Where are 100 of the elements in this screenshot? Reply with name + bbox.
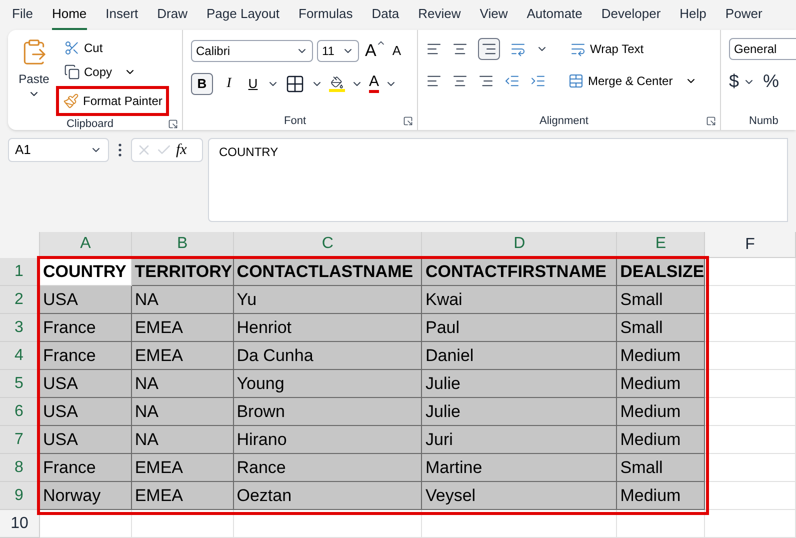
row-header[interactable]: 7 xyxy=(0,426,40,454)
table-cell: USA xyxy=(40,286,132,314)
table-cell: EMEA xyxy=(132,314,234,342)
merge-center-button[interactable]: Merge & Center xyxy=(568,72,697,90)
table-cell: Martine xyxy=(422,454,618,482)
number-format-field[interactable]: General xyxy=(729,38,796,60)
ribbon-tab[interactable]: Automate xyxy=(526,4,582,30)
table-cell: EMEA xyxy=(132,454,234,482)
table-cell: Small xyxy=(617,314,706,342)
table-cell: USA xyxy=(40,370,132,398)
column-header[interactable]: B xyxy=(132,232,234,258)
column-header[interactable]: F xyxy=(705,232,796,258)
dialog-launcher-icon[interactable] xyxy=(706,116,716,126)
font-size-field[interactable]: 11 xyxy=(317,40,359,62)
currency-button[interactable]: $ xyxy=(729,68,740,95)
ribbon-tab[interactable]: Insert xyxy=(106,4,138,30)
bottom-align-icon[interactable] xyxy=(478,38,500,60)
column-header[interactable]: D xyxy=(422,232,618,258)
table-cell: Small xyxy=(617,454,706,482)
increase-indent-icon xyxy=(530,73,546,89)
group-label: Font xyxy=(282,114,307,129)
table-cell: Yu xyxy=(234,286,422,314)
fill-color-icon xyxy=(329,76,345,92)
format-painter-button[interactable]: Format Painter xyxy=(56,86,170,116)
row-header[interactable]: 9 xyxy=(0,482,40,510)
table-cell: Young xyxy=(234,370,422,398)
table-cell: Brown xyxy=(234,398,422,426)
paste-button[interactable]: Paste xyxy=(16,38,52,116)
ribbon-tab[interactable]: Data xyxy=(372,4,400,30)
wrap-text-icon xyxy=(570,41,586,57)
copy-button[interactable]: Copy xyxy=(60,62,170,82)
table-cell: EMEA xyxy=(132,342,234,370)
table-cell: Juri xyxy=(422,426,618,454)
table-cell: France xyxy=(40,314,132,342)
percent-button[interactable]: % xyxy=(763,68,780,95)
row-header[interactable]: 2 xyxy=(0,286,40,314)
paintbrush-icon xyxy=(63,93,79,109)
row-header[interactable]: 10 xyxy=(0,510,40,538)
insert-function-button[interactable]: fx xyxy=(176,138,187,162)
row-header[interactable]: 8 xyxy=(0,454,40,482)
ribbon-tab[interactable]: View xyxy=(480,4,508,30)
table-cell: Norway xyxy=(40,482,132,510)
copy-icon xyxy=(64,64,80,80)
table-cell: Daniel xyxy=(422,342,618,370)
table-cell: NA xyxy=(132,398,234,426)
ribbon-tab[interactable]: Developer xyxy=(601,4,661,30)
table-cell: EMEA xyxy=(132,482,234,510)
row-header[interactable]: 4 xyxy=(0,342,40,370)
column-header[interactable]: E xyxy=(617,232,706,258)
font-color-button[interactable]: A xyxy=(369,74,380,93)
italic-button[interactable]: I xyxy=(219,73,239,94)
ribbon-tab[interactable]: Power xyxy=(725,4,762,30)
table-cell: Paul xyxy=(422,314,618,342)
dialog-launcher-icon[interactable] xyxy=(403,116,413,126)
row-header[interactable]: 1 xyxy=(0,258,40,286)
table-cell: Medium xyxy=(617,426,706,454)
column-header[interactable]: C xyxy=(234,232,422,258)
row-header[interactable]: 3 xyxy=(0,314,40,342)
table-cell: CONTACTFIRSTNAME xyxy=(422,258,618,286)
row-header[interactable]: 6 xyxy=(0,398,40,426)
ribbon-tab[interactable]: File xyxy=(12,4,33,30)
font-name-field[interactable]: Calibri xyxy=(191,40,313,62)
ribbon-tab[interactable]: Formulas xyxy=(298,4,353,30)
wrap-text-button[interactable]: Wrap Text xyxy=(570,40,644,58)
ribbon-tab[interactable]: Review xyxy=(418,4,461,30)
column-header[interactable]: A xyxy=(40,232,132,258)
table-cell: DEALSIZE xyxy=(617,258,706,286)
name-box[interactable]: A1 xyxy=(8,138,109,162)
table-cell: TERRITORY xyxy=(132,258,234,286)
grow-font-button[interactable]: A xyxy=(363,38,388,64)
ribbon-tab[interactable]: Draw xyxy=(157,4,188,30)
table-cell: USA xyxy=(40,398,132,426)
table-cell: Julie xyxy=(422,370,618,398)
row-header[interactable]: 5 xyxy=(0,370,40,398)
group-label: Numb xyxy=(749,114,778,128)
table-cell: Medium xyxy=(617,482,706,510)
table-cell: Oeztan xyxy=(234,482,422,510)
ribbon-tab[interactable]: Page Layout xyxy=(206,4,280,30)
merge-cells-icon xyxy=(568,73,584,89)
bold-button[interactable]: B xyxy=(191,72,213,94)
borders-icon xyxy=(285,74,305,94)
align-left-icon xyxy=(426,73,442,89)
align-right-icon xyxy=(478,73,494,89)
underline-button[interactable]: U xyxy=(245,74,261,94)
group-label: Clipboard xyxy=(65,117,115,132)
table-cell: France xyxy=(40,342,132,370)
top-align-icon xyxy=(426,41,442,57)
ribbon-tab[interactable]: Help xyxy=(680,4,706,30)
more-icon xyxy=(118,143,122,157)
shrink-font-button[interactable]: A xyxy=(392,41,402,60)
table-cell: COUNTRY xyxy=(40,258,132,286)
table-cell: NA xyxy=(132,426,234,454)
table-cell: Kwai xyxy=(422,286,618,314)
table-cell: Da Cunha xyxy=(234,342,422,370)
table-cell: Veysel xyxy=(422,482,618,510)
formula-bar[interactable]: COUNTRY xyxy=(208,138,788,222)
cut-button[interactable]: Cut xyxy=(60,38,170,58)
table-cell: Medium xyxy=(617,370,706,398)
table-cell: Henriot xyxy=(234,314,422,342)
dialog-launcher-icon[interactable] xyxy=(168,119,178,130)
